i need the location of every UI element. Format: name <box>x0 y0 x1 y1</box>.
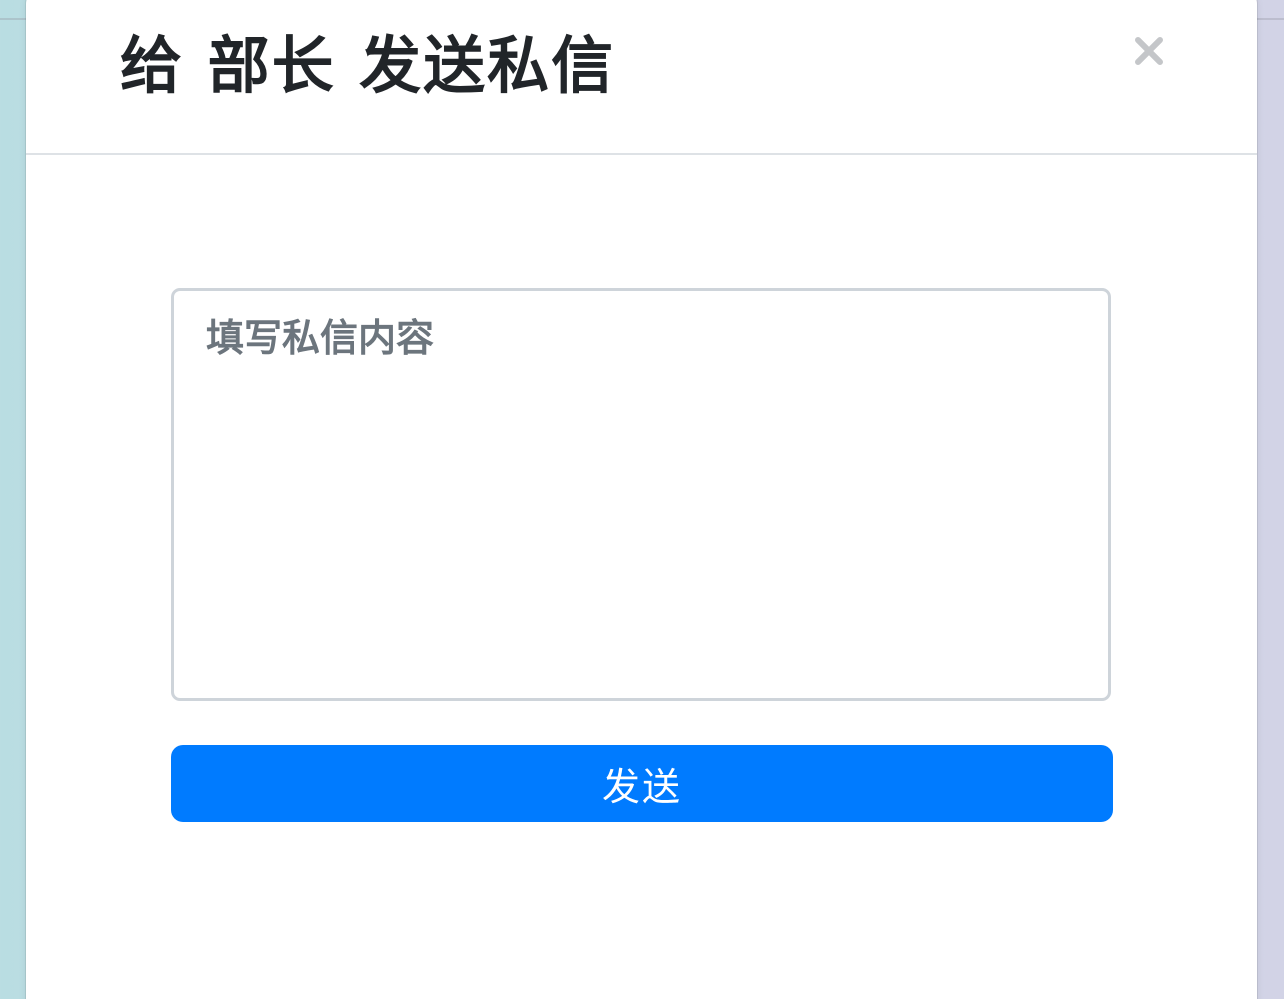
dialog-body: 发送 <box>26 155 1257 985</box>
send-button[interactable]: 发送 <box>171 745 1113 822</box>
dialog-title: 给 部长 发送私信 <box>120 29 616 102</box>
message-input[interactable] <box>171 288 1111 701</box>
close-button[interactable] <box>1126 28 1172 74</box>
dialog-header: 给 部长 发送私信 <box>26 0 1257 155</box>
send-message-dialog: 给 部长 发送私信 发送 <box>26 0 1257 999</box>
close-icon <box>1134 36 1164 66</box>
